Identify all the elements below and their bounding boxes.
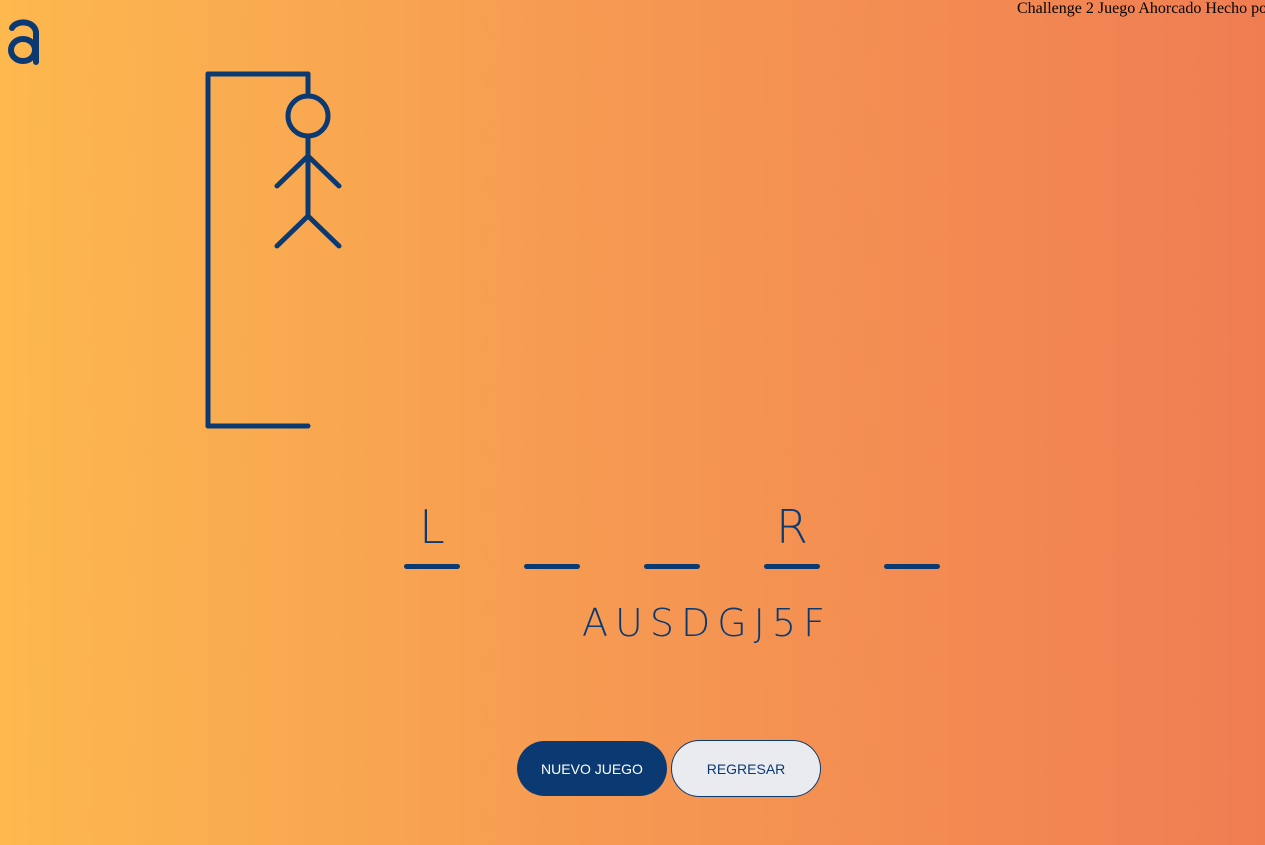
wrong-letter: U <box>615 601 646 645</box>
page-header-text: Challenge 2 Juego Ahorcado Hecho por <box>1017 0 1265 17</box>
letter-slot-dash <box>524 564 580 569</box>
wrong-letter: D <box>680 601 714 645</box>
letter-slot <box>524 495 580 569</box>
hangman-right-arm <box>305 153 342 189</box>
wrong-letter: J <box>753 601 768 645</box>
wrong-letter: S <box>649 601 677 645</box>
hangman-right-leg <box>305 213 342 249</box>
alura-logo-icon <box>8 19 39 65</box>
letter-slot-dash <box>404 564 460 569</box>
wrong-letter: F <box>803 601 828 645</box>
hangman-head <box>285 93 331 139</box>
letter-slot <box>884 495 940 569</box>
letter-slot-dash <box>644 564 700 569</box>
hangman-left-leg <box>274 213 311 249</box>
hangman-drawing <box>205 71 342 429</box>
wrong-letter: A <box>582 601 611 645</box>
wrong-letter: G <box>717 601 750 645</box>
letter-slot-char: L <box>419 500 445 554</box>
word-slots: L R <box>404 495 964 575</box>
hangman-left-arm <box>274 153 311 189</box>
letter-slot-char: R <box>776 500 808 554</box>
wrong-letter: 5 <box>771 601 800 645</box>
letter-slot-dash <box>764 564 820 569</box>
back-button[interactable]: REGRESAR <box>671 740 821 797</box>
new-game-button[interactable]: NUEVO JUEGO <box>517 741 667 796</box>
letter-slot <box>644 495 700 569</box>
letter-slot-dash <box>884 564 940 569</box>
letter-slot: L <box>404 495 460 569</box>
wrong-letters: AUSDGJ5F <box>582 600 832 646</box>
letter-slot: R <box>764 495 820 569</box>
